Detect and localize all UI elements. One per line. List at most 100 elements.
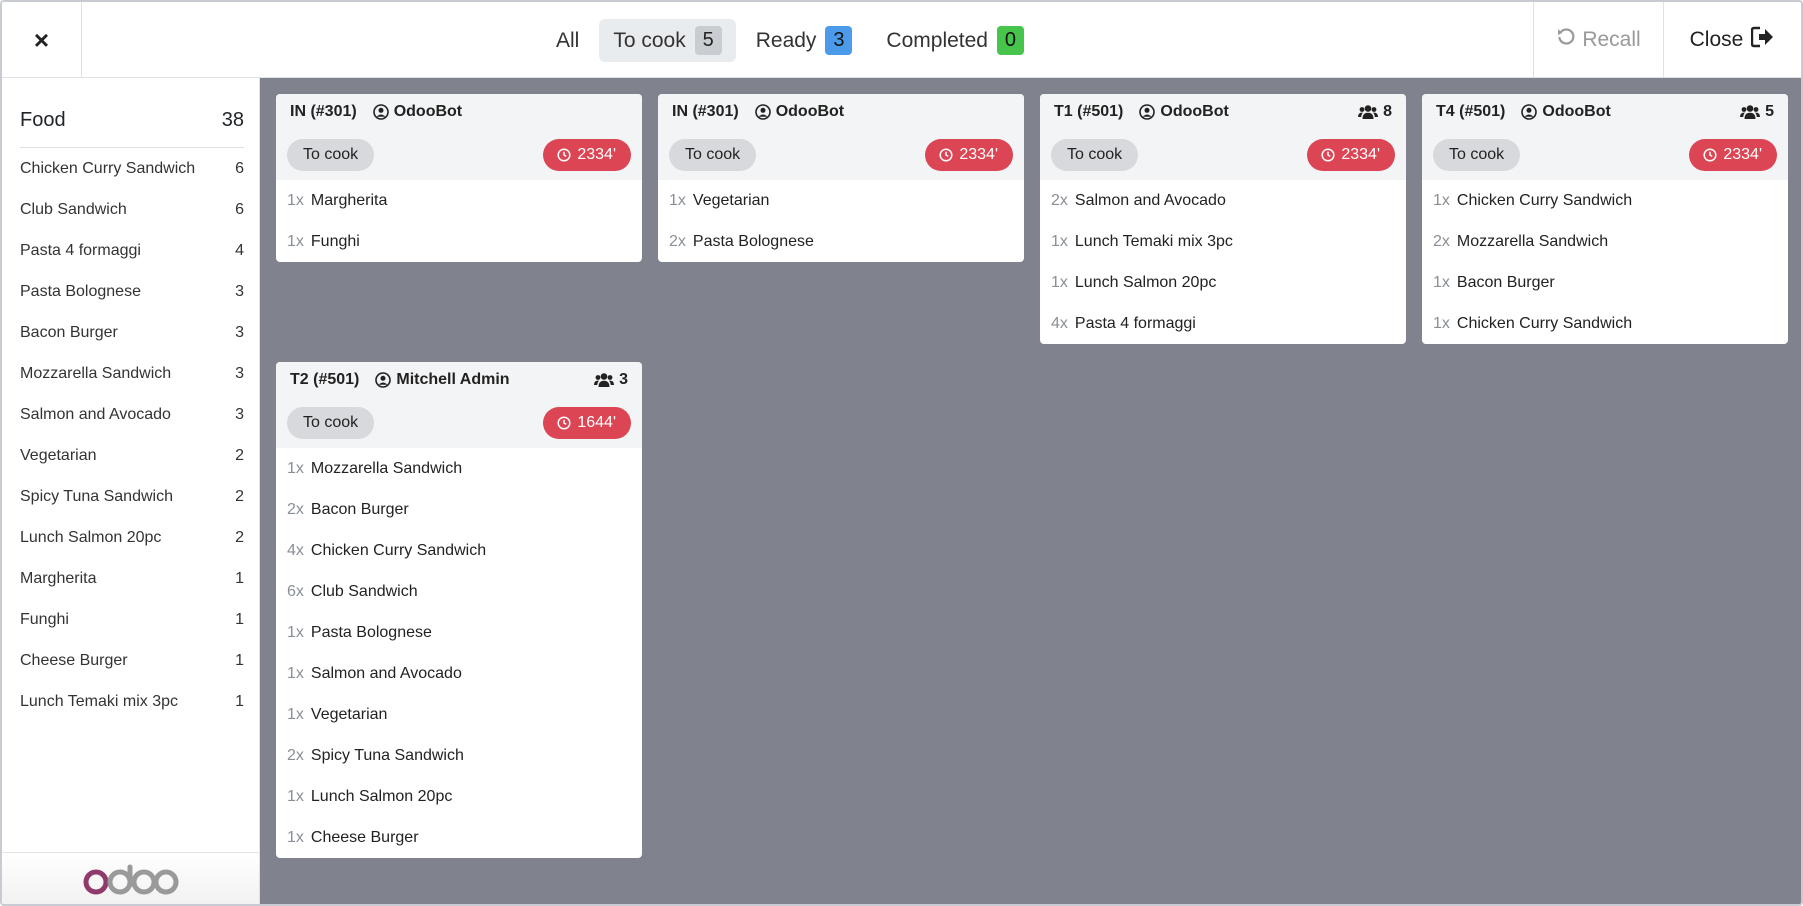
list-item[interactable]: Chicken Curry Sandwich 6 (20, 148, 244, 189)
line-product: Spicy Tuna Sandwich (310, 746, 464, 764)
list-item[interactable]: Cheese Burger 1 (20, 640, 244, 681)
product-count: 2 (235, 446, 244, 464)
order-line[interactable]: 1x Chicken Curry Sandwich (1433, 303, 1777, 344)
order-guest-count: 3 (619, 371, 628, 388)
list-item[interactable]: Lunch Temaki mix 3pc 1 (20, 681, 244, 722)
list-item[interactable]: Mozzarella Sandwich 3 (20, 353, 244, 394)
order-line[interactable]: 1x Lunch Temaki mix 3pc (1051, 221, 1395, 262)
order-state-button[interactable]: To cook (669, 139, 757, 171)
list-item[interactable]: Margherita 1 (20, 558, 244, 599)
order-user-name: OdooBot (1160, 103, 1229, 120)
order-timer-badge: 2334' (1307, 139, 1395, 171)
line-qty: 1x (287, 828, 304, 846)
order-state-button[interactable]: To cook (1051, 139, 1139, 171)
order-line[interactable]: 1x Lunch Salmon 20pc (287, 776, 631, 817)
line-product: Salmon and Avocado (1074, 191, 1226, 209)
order-line[interactable]: 2x Mozzarella Sandwich (1433, 221, 1777, 262)
product-name: Cheese Burger (20, 651, 128, 669)
orders-board: IN (#301) OdooBot To cook 2334' 1x Marghe… (260, 78, 1801, 904)
order-line[interactable]: 1x Vegetarian (669, 180, 1013, 221)
line-product: Mozzarella Sandwich (1456, 232, 1609, 250)
category-header[interactable]: Food 38 (20, 104, 244, 148)
tab-completed[interactable]: Completed 0 (872, 19, 1038, 62)
list-item[interactable]: Bacon Burger 3 (20, 312, 244, 353)
line-qty: 1x (287, 787, 304, 805)
product-count: 3 (235, 364, 244, 382)
list-item[interactable]: Pasta 4 formaggi 4 (20, 230, 244, 271)
line-product: Lunch Salmon 20pc (1074, 273, 1217, 291)
tab-all[interactable]: All (542, 19, 593, 62)
order-line[interactable]: 1x Funghi (287, 221, 631, 262)
tab-to-cook[interactable]: To cook 5 (599, 19, 736, 62)
order-line[interactable]: 2x Salmon and Avocado (1051, 180, 1395, 221)
order-card[interactable]: T1 (#501) OdooBot 8 To cook 2334' 2x Sal… (1040, 94, 1406, 344)
clock-icon (557, 416, 571, 430)
list-item[interactable]: Salmon and Avocado 3 (20, 394, 244, 435)
line-product: Pasta Bolognese (310, 623, 432, 641)
order-line[interactable]: 1x Margherita (287, 180, 631, 221)
product-name: Salmon and Avocado (20, 405, 171, 423)
order-reference: IN (#301) (290, 103, 357, 120)
list-item[interactable]: Pasta Bolognese 3 (20, 271, 244, 312)
close-button[interactable]: Close (1663, 2, 1801, 78)
clock-icon (1321, 148, 1335, 162)
order-line[interactable]: 2x Spicy Tuna Sandwich (287, 735, 631, 776)
product-name: Pasta 4 formaggi (20, 241, 141, 259)
order-timer-badge: 2334' (1689, 139, 1777, 171)
users-icon (594, 373, 615, 387)
order-elapsed-time: 2334' (1341, 146, 1380, 163)
order-line[interactable]: 1x Chicken Curry Sandwich (1433, 180, 1777, 221)
order-state-button[interactable]: To cook (287, 407, 375, 439)
kitchen-display-window: × All To cook 5 Ready 3 Completed 0 Reca… (0, 0, 1803, 906)
list-item[interactable]: Vegetarian 2 (20, 435, 244, 476)
line-product: Pasta 4 formaggi (1074, 314, 1196, 332)
order-card[interactable]: IN (#301) OdooBot To cook 2334' 1x Vegeta… (658, 94, 1024, 262)
order-line[interactable]: 6x Club Sandwich (287, 571, 631, 612)
order-elapsed-time: 2334' (577, 146, 616, 163)
order-line[interactable]: 1x Mozzarella Sandwich (287, 448, 631, 489)
product-count: 6 (235, 200, 244, 218)
order-line[interactable]: 1x Salmon and Avocado (287, 653, 631, 694)
order-card[interactable]: T4 (#501) OdooBot 5 To cook 2334' 1x Chi… (1422, 94, 1788, 344)
order-user: OdooBot (754, 103, 844, 121)
order-line[interactable]: 2x Bacon Burger (287, 489, 631, 530)
list-item[interactable]: Lunch Salmon 20pc 2 (20, 517, 244, 558)
line-qty: 2x (287, 500, 304, 518)
order-line[interactable]: 1x Bacon Burger (1433, 262, 1777, 303)
order-card[interactable]: IN (#301) OdooBot To cook 2334' 1x Marghe… (276, 94, 642, 262)
product-count: 2 (235, 487, 244, 505)
close-icon[interactable]: × (2, 2, 82, 78)
order-line[interactable]: 1x Lunch Salmon 20pc (1051, 262, 1395, 303)
order-line[interactable]: 2x Pasta Bolognese (669, 221, 1013, 262)
line-qty: 1x (287, 232, 304, 250)
tab-ready[interactable]: Ready 3 (742, 19, 867, 62)
line-qty: 4x (1051, 314, 1068, 332)
line-qty: 2x (287, 746, 304, 764)
recall-button[interactable]: Recall (1533, 2, 1663, 78)
line-product: Mozzarella Sandwich (310, 459, 463, 477)
order-user-name: OdooBot (393, 103, 463, 120)
order-line[interactable]: 4x Pasta 4 formaggi (1051, 303, 1395, 344)
order-line[interactable]: 1x Cheese Burger (287, 817, 631, 858)
list-item[interactable]: Funghi 1 (20, 599, 244, 640)
order-guest-count: 5 (1765, 103, 1774, 120)
order-reference: T4 (#501) (1436, 103, 1506, 120)
order-line[interactable]: 1x Vegetarian (287, 694, 631, 735)
order-card[interactable]: T2 (#501) Mitchell Admin 3 To cook 1644' (276, 362, 642, 858)
order-state-button[interactable]: To cook (287, 139, 375, 171)
filter-tabs: All To cook 5 Ready 3 Completed 0 (542, 19, 1038, 62)
order-line[interactable]: 4x Chicken Curry Sandwich (287, 530, 631, 571)
clock-icon (939, 148, 953, 162)
line-qty: 1x (1051, 232, 1068, 250)
user-circle-icon (372, 104, 389, 120)
order-state-button[interactable]: To cook (1433, 139, 1521, 171)
category-count: 38 (221, 109, 244, 131)
line-product: Club Sandwich (310, 582, 418, 600)
user-circle-icon (1139, 104, 1156, 120)
list-item[interactable]: Spicy Tuna Sandwich 2 (20, 476, 244, 517)
list-item[interactable]: Club Sandwich 6 (20, 189, 244, 230)
line-product: Vegetarian (310, 705, 388, 723)
line-qty: 1x (1433, 273, 1450, 291)
line-product: Funghi (310, 232, 360, 250)
order-line[interactable]: 1x Pasta Bolognese (287, 612, 631, 653)
